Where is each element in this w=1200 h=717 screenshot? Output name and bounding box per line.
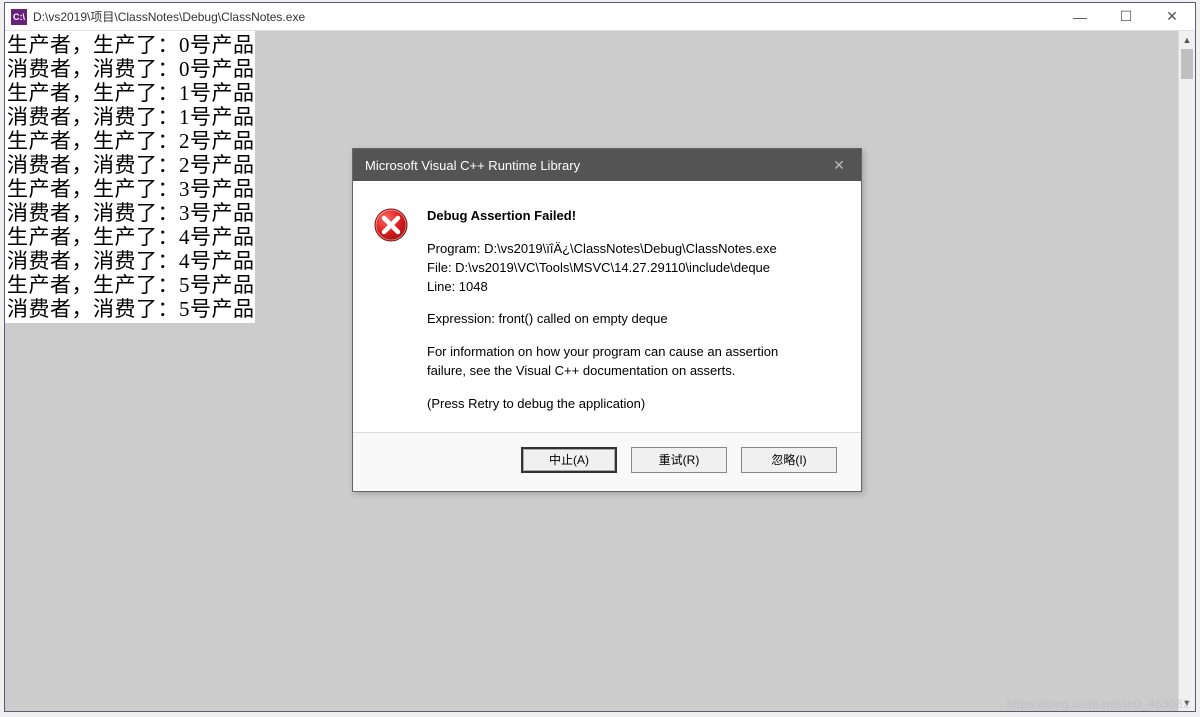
dialog-heading: Debug Assertion Failed! [427, 207, 841, 226]
console-line: 生产者，生产了：1号产品 [7, 81, 255, 105]
error-icon [373, 207, 409, 414]
console-line: 消费者，消费了：5号产品 [7, 297, 255, 321]
expression-line: Expression: front() called on empty dequ… [427, 310, 841, 329]
console-line: 生产者，生产了：5号产品 [7, 273, 255, 297]
console-line: 生产者，生产了：3号产品 [7, 177, 255, 201]
console-line: 消费者，消费了：2号产品 [7, 153, 255, 177]
assertion-dialog: Microsoft Visual C++ Runtime Library ✕ [352, 148, 862, 492]
line-line: Line: 1048 [427, 278, 841, 297]
dialog-titlebar[interactable]: Microsoft Visual C++ Runtime Library ✕ [353, 149, 861, 181]
dialog-close-button[interactable]: ✕ [817, 149, 861, 181]
watermark: https://blog.csdn.net/m0_463082 [1007, 697, 1190, 711]
app-icon: C:\ [11, 9, 27, 25]
console-line: 消费者，消费了：0号产品 [7, 57, 255, 81]
console-output: 生产者，生产了：0号产品 消费者，消费了：0号产品 生产者，生产了：1号产品 消… [5, 31, 255, 323]
console-line: 消费者，消费了：3号产品 [7, 201, 255, 225]
close-button[interactable]: ✕ [1149, 3, 1195, 30]
vertical-scrollbar[interactable]: ▲ ▼ [1178, 31, 1195, 711]
console-line: 消费者，消费了：4号产品 [7, 249, 255, 273]
dialog-message: Debug Assertion Failed! Program: D:\vs20… [427, 207, 841, 414]
minimize-button[interactable]: — [1057, 3, 1103, 30]
scroll-up-icon[interactable]: ▲ [1179, 31, 1195, 48]
info-line: For information on how your program can … [427, 343, 841, 362]
dialog-title: Microsoft Visual C++ Runtime Library [365, 158, 817, 173]
window-title: D:\vs2019\项目\ClassNotes\Debug\ClassNotes… [33, 8, 1057, 25]
dialog-body: Debug Assertion Failed! Program: D:\vs20… [353, 181, 861, 433]
dialog-buttons: 中止(A) 重试(R) 忽略(I) [353, 433, 861, 491]
file-line: File: D:\vs2019\VC\Tools\MSVC\14.27.2911… [427, 259, 841, 278]
window-controls: — ☐ ✕ [1057, 3, 1195, 30]
info-line: failure, see the Visual C++ documentatio… [427, 362, 841, 381]
console-line: 消费者，消费了：1号产品 [7, 105, 255, 129]
maximize-button[interactable]: ☐ [1103, 3, 1149, 30]
ignore-button[interactable]: 忽略(I) [741, 447, 837, 473]
console-line: 生产者，生产了：2号产品 [7, 129, 255, 153]
retry-line: (Press Retry to debug the application) [427, 395, 841, 414]
scroll-thumb[interactable] [1181, 49, 1193, 79]
console-line: 生产者，生产了：0号产品 [7, 33, 255, 57]
retry-button[interactable]: 重试(R) [631, 447, 727, 473]
console-line: 生产者，生产了：4号产品 [7, 225, 255, 249]
program-line: Program: D:\vs2019\ïîÄ¿\ClassNotes\Debug… [427, 240, 841, 259]
titlebar[interactable]: C:\ D:\vs2019\项目\ClassNotes\Debug\ClassN… [5, 3, 1195, 31]
abort-button[interactable]: 中止(A) [521, 447, 617, 473]
